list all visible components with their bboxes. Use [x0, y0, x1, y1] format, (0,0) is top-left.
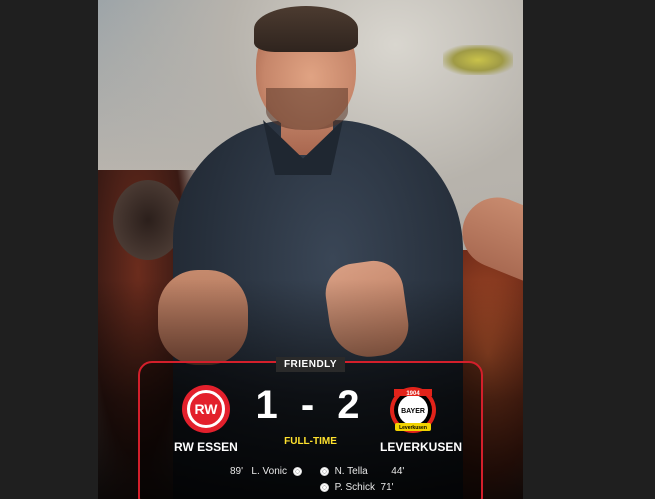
away-goal-player: P. Schick	[334, 482, 375, 493]
football-icon	[292, 466, 302, 476]
football-icon	[320, 466, 329, 476]
away-goal-player: N. Tella	[334, 466, 368, 477]
football-icon	[320, 482, 329, 492]
home-scorer: 89' L. Vonic	[230, 466, 302, 477]
away-goal-minute: 71'	[380, 482, 394, 493]
match-graphic: FRIENDLY RW 1 - 2 1904 BAYER Leverkusen …	[98, 0, 523, 499]
home-goal-minute: 89'	[230, 466, 244, 477]
home-goal-player: L. Vonic	[251, 466, 287, 477]
home-team-name: RW ESSEN	[174, 440, 238, 454]
competition-text: FRIENDLY	[275, 357, 346, 372]
away-scorer: P. Schick 71'	[320, 482, 394, 493]
scoreboard: FRIENDLY RW 1 - 2 1904 BAYER Leverkusen …	[138, 357, 483, 499]
svg-text:1904: 1904	[406, 391, 420, 397]
svg-text:Leverkusen: Leverkusen	[399, 425, 427, 431]
coach-beard	[266, 88, 348, 130]
svg-text:BAYER: BAYER	[401, 408, 425, 415]
away-team-name: LEVERKUSEN	[380, 440, 463, 454]
coach-hair	[254, 6, 358, 52]
competition-label: FRIENDLY	[140, 354, 481, 372]
away-scorer: N. Tella 44'	[320, 466, 404, 477]
away-goal-minute: 44'	[391, 466, 405, 477]
bayer-leverkusen-crest-icon: 1904 BAYER Leverkusen	[390, 387, 436, 433]
